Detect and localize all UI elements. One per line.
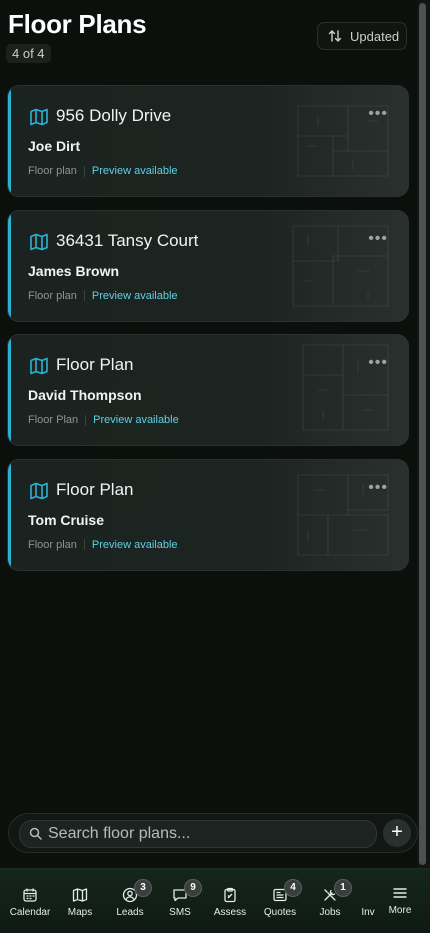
- sort-icon: [328, 30, 342, 42]
- sms-badge: 9: [184, 879, 202, 897]
- search-input[interactable]: [48, 823, 358, 845]
- quotes-badge: 4: [284, 879, 302, 897]
- leads-badge: 3: [134, 879, 152, 897]
- tab-label: Calendar: [9, 907, 51, 918]
- plan-meta: Floor Plan Preview available: [28, 414, 179, 426]
- card-accent: [8, 459, 11, 570]
- calendar-icon: [23, 888, 37, 902]
- divider: [83, 539, 85, 550]
- more-options-icon[interactable]: •••: [368, 479, 388, 497]
- card-accent: [8, 335, 11, 445]
- scrollbar[interactable]: [417, 0, 430, 868]
- tab-quotes[interactable]: 4 Quotes: [256, 869, 304, 933]
- scrollbar-thumb[interactable]: [419, 3, 426, 865]
- client-name: James Brown: [28, 262, 120, 279]
- tab-label: Quotes: [263, 907, 297, 918]
- plan-type: Floor Plan: [28, 414, 79, 426]
- floor-plan-card[interactable]: 956 Dolly Drive ••• Joe Dirt Floor plan …: [7, 85, 409, 197]
- page-title: Floor Plans: [8, 9, 147, 39]
- plan-name: 956 Dolly Drive: [56, 106, 172, 125]
- more-options-icon[interactable]: •••: [368, 354, 388, 372]
- tab-leads[interactable]: 3 Leads: [106, 869, 154, 933]
- sort-label: Updated: [350, 28, 400, 44]
- sort-button[interactable]: Updated: [317, 22, 407, 50]
- preview-status: Preview available: [91, 165, 178, 177]
- divider: [83, 290, 85, 301]
- tab-label: Maps: [67, 907, 93, 918]
- floor-plan-card[interactable]: 36431 Tansy Court ••• James Brown Floor …: [7, 209, 409, 322]
- tab-more[interactable]: More: [378, 869, 422, 933]
- map-icon: [30, 108, 48, 126]
- blueprint-preview: [302, 344, 389, 431]
- plan-meta: Floor plan Preview available: [28, 165, 178, 177]
- floor-plan-card[interactable]: Floor Plan ••• David Thompson Floor Plan…: [7, 334, 409, 446]
- map-icon: [30, 357, 48, 375]
- floor-plan-card[interactable]: Floor Plan ••• Tom Cruise Floor plan Pre…: [7, 458, 409, 571]
- preview-status: Preview available: [93, 414, 179, 426]
- blueprint-preview: [297, 105, 389, 177]
- plan-name: Floor Plan: [56, 355, 134, 374]
- plan-type: Floor plan: [28, 289, 77, 302]
- menu-icon: [393, 888, 407, 898]
- tab-label: SMS: [169, 907, 191, 918]
- floor-plan-list: 956 Dolly Drive ••• Joe Dirt Floor plan …: [7, 85, 409, 583]
- plan-meta: Floor plan Preview available: [28, 290, 178, 302]
- more-options-icon[interactable]: •••: [368, 105, 388, 123]
- tab-sms[interactable]: 9 SMS: [156, 869, 204, 933]
- tab-calendar[interactable]: Calendar: [6, 869, 54, 933]
- plan-type: Floor plan: [28, 538, 77, 551]
- card-accent: [8, 86, 11, 196]
- blueprint-preview: [292, 225, 389, 306]
- plan-name: Floor Plan: [56, 479, 134, 499]
- tab-jobs[interactable]: 1 Jobs: [306, 869, 354, 933]
- tab-maps[interactable]: Maps: [56, 869, 104, 933]
- clipboard-icon: [224, 887, 236, 903]
- plan-type: Floor plan: [28, 165, 77, 177]
- map-icon: [72, 888, 88, 902]
- map-icon: [30, 233, 48, 250]
- card-accent: [8, 210, 11, 321]
- add-floor-plan-button[interactable]: +: [383, 819, 411, 847]
- preview-status: Preview available: [91, 289, 178, 302]
- page-header: Floor Plans 4 of 4 Updated: [0, 0, 430, 80]
- plan-name: 36431 Tansy Court: [56, 230, 199, 250]
- client-name: Joe Dirt: [28, 138, 81, 154]
- client-name: David Thompson: [28, 387, 142, 403]
- plan-meta: Floor plan Preview available: [28, 539, 178, 551]
- tab-label: More: [388, 905, 412, 916]
- divider: [85, 414, 87, 426]
- more-options-icon[interactable]: •••: [368, 230, 388, 248]
- divider: [83, 165, 85, 177]
- blueprint-preview: [297, 474, 389, 555]
- tab-label: Jobs: [319, 907, 341, 918]
- map-icon: [30, 482, 48, 499]
- search-icon: [29, 827, 42, 840]
- search-bar: +: [8, 813, 418, 853]
- tab-assess[interactable]: Assess: [206, 869, 254, 933]
- preview-status: Preview available: [91, 538, 178, 551]
- count-badge: 4 of 4: [6, 44, 51, 63]
- bottom-tab-bar: Calendar Maps 3 Leads 9 SMS Assess 4 Quo…: [0, 868, 430, 933]
- tab-label: Leads: [116, 907, 144, 918]
- search-field[interactable]: [19, 820, 377, 848]
- client-name: Tom Cruise: [28, 511, 104, 528]
- tab-label: Assess: [213, 907, 247, 918]
